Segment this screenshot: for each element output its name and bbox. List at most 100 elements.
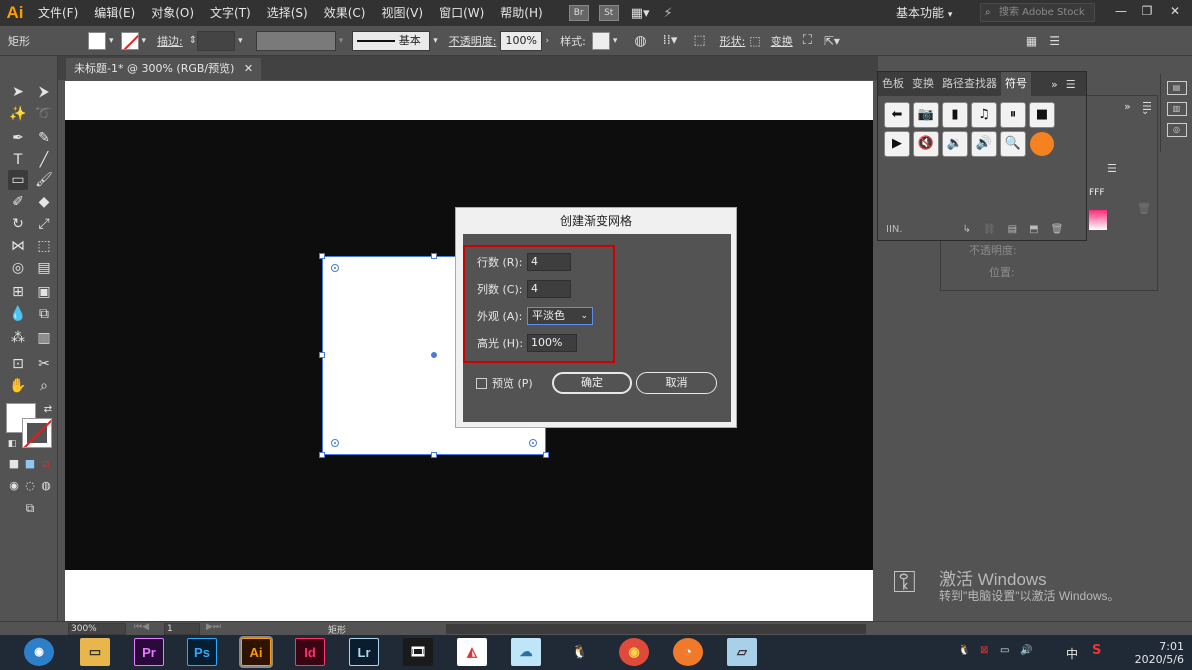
panel-options-icon[interactable]: ☰ <box>1107 162 1117 175</box>
corner-radius-widget[interactable] <box>529 439 537 447</box>
network-error-icon[interactable]: ⊠ <box>980 645 988 656</box>
default-fill-stroke-icon[interactable]: ◧ <box>2 434 22 454</box>
align-icon[interactable]: ⁞⁞▾ <box>663 33 678 48</box>
restore-button[interactable]: ❐ <box>1134 0 1160 22</box>
variable-width-profile[interactable] <box>255 30 336 51</box>
browser-app-icon[interactable]: ◔ <box>673 638 703 666</box>
rows-input[interactable]: 4 <box>527 253 571 271</box>
screen-mode-icon[interactable]: ⧉ <box>20 498 40 518</box>
corner-radius-widget[interactable] <box>331 264 339 272</box>
selection-tool-icon[interactable]: ➤ <box>8 82 28 102</box>
network-icon[interactable]: ▭ <box>1000 645 1009 656</box>
menu-file[interactable]: 文件(F) <box>30 0 86 26</box>
fill-color-swatch[interactable] <box>88 31 106 50</box>
appearance-select[interactable]: 平淡色 ⌄ <box>527 307 593 325</box>
chevron-down-icon[interactable]: ▾ <box>238 36 243 46</box>
mute-icon[interactable]: 🔇 <box>913 131 939 157</box>
minimize-button[interactable]: — <box>1108 0 1134 22</box>
stock-icon[interactable]: St <box>598 5 619 21</box>
brush-definition-select[interactable]: 基本 <box>352 30 431 51</box>
menu-window[interactable]: 窗口(W) <box>431 0 492 26</box>
workspace-switcher[interactable]: 基本功能 ▾ <box>896 3 966 23</box>
workspace-grid-icon[interactable]: ▦ <box>1026 34 1037 48</box>
first-artboard-icon[interactable]: ⏮◀ <box>134 622 149 632</box>
direct-selection-tool-icon[interactable]: ⮞ <box>34 82 54 102</box>
panel-options-icon[interactable]: ☰ <box>1049 34 1060 48</box>
opacity-input[interactable]: 100% <box>500 30 543 51</box>
line-tool-icon[interactable]: ╱ <box>34 150 54 170</box>
tab-pathfinder[interactable]: 路径查找器 <box>938 72 1001 96</box>
rotate-tool-icon[interactable]: ↻ <box>8 214 28 234</box>
columns-input[interactable]: 4 <box>527 280 571 298</box>
qq-app-icon[interactable]: 🐧 <box>565 638 595 666</box>
column-graph-tool-icon[interactable]: ▥ <box>34 328 54 348</box>
zoom-level-select[interactable]: 300% <box>68 623 126 635</box>
menu-view[interactable]: 视图(V) <box>373 0 431 26</box>
shape-properties-icon[interactable]: ⬚ <box>749 34 760 48</box>
chevron-down-icon[interactable]: ▾ <box>433 36 438 46</box>
bounding-box-handle[interactable] <box>431 253 437 259</box>
chevron-down-icon[interactable]: ⌄ <box>1141 106 1149 117</box>
menu-select[interactable]: 选择(S) <box>259 0 316 26</box>
symbol-library-icon[interactable]: IIN. <box>886 224 903 235</box>
bridge-icon[interactable]: Br <box>568 5 589 21</box>
chart-app-icon[interactable]: ◭ <box>457 638 487 666</box>
sogou-input-icon[interactable]: S <box>1092 643 1101 658</box>
free-transform-tool-icon[interactable]: ⬚ <box>34 236 54 256</box>
clock[interactable]: 7:01 2020/5/6 <box>1135 640 1184 666</box>
preview-row[interactable]: 预览 (P) <box>476 375 533 391</box>
menu-edit[interactable]: 编辑(E) <box>86 0 143 26</box>
chat-app-icon[interactable]: ☁ <box>511 638 541 666</box>
volume-icon[interactable]: 🔊 <box>1020 645 1032 656</box>
none-mode-icon[interactable]: ⧄ <box>36 454 56 474</box>
blend-tool-icon[interactable]: ⧉ <box>34 304 54 324</box>
stroke-label[interactable]: 描边: <box>157 33 183 49</box>
graphic-style-swatch[interactable] <box>591 31 610 50</box>
camera-icon[interactable]: 📷 <box>913 102 939 128</box>
gpu-performance-icon[interactable]: ⚡ <box>664 6 673 21</box>
mesh-tool-icon[interactable]: ⊞ <box>8 282 28 302</box>
stroke-color-swatch[interactable] <box>120 31 139 50</box>
symbol-sprayer-tool-icon[interactable]: ⁂ <box>8 328 28 348</box>
recolor-artwork-icon[interactable]: ◍ <box>634 33 646 49</box>
artboard-tool-icon[interactable]: ⊡ <box>8 354 28 374</box>
volume-high-icon[interactable]: 🔊 <box>971 131 997 157</box>
illustrator-app-icon[interactable]: Ai <box>239 636 273 668</box>
photoshop-app-icon[interactable]: Ps <box>187 638 217 666</box>
qq-tray-icon[interactable]: 🐧 <box>958 645 970 656</box>
place-symbol-icon[interactable]: ↳ <box>963 224 971 235</box>
panel-menu-icon[interactable]: ☰ <box>1066 78 1076 91</box>
film-icon[interactable]: ▮ <box>942 102 968 128</box>
cancel-button[interactable]: 取消 <box>636 372 717 394</box>
artboard-number-input[interactable]: 1 <box>164 623 200 635</box>
stock-search-input[interactable]: ⌕ 搜索 Adobe Stock <box>980 3 1095 22</box>
eraser-tool-icon[interactable]: ◆ <box>34 192 54 212</box>
lightroom-app-icon[interactable]: Lr <box>349 638 379 666</box>
ime-indicator[interactable]: 中 <box>1066 645 1078 662</box>
close-button[interactable]: ✕ <box>1162 0 1188 22</box>
volume-low-icon[interactable]: 🔉 <box>942 131 968 157</box>
draw-inside-icon[interactable]: ◍ <box>36 476 56 496</box>
tab-swatches[interactable]: 色板 <box>878 72 908 96</box>
bounding-box-handle[interactable] <box>543 452 549 458</box>
chevron-down-icon[interactable]: ▾ <box>613 36 618 46</box>
corner-radius-widget[interactable] <box>331 439 339 447</box>
document-tab[interactable]: 未标题-1* @ 300% (RGB/预览) ✕ <box>66 58 262 80</box>
arrange-documents-icon[interactable]: ▦▾ <box>631 6 650 21</box>
stop-icon[interactable]: ■ <box>1029 102 1055 128</box>
delete-icon[interactable]: 🗑 <box>1137 202 1151 215</box>
zoom-tool-icon[interactable]: ⌕ <box>34 376 54 396</box>
next-artboard-icon[interactable]: ▶⏭ <box>206 622 221 632</box>
magic-wand-tool-icon[interactable]: ✨ <box>8 104 28 124</box>
menu-object[interactable]: 对象(O) <box>143 0 202 26</box>
delete-icon[interactable]: 🗑 <box>1051 224 1064 235</box>
magnifier-icon[interactable]: 🔍 <box>1000 131 1026 157</box>
scale-tool-icon[interactable]: ⤢ <box>34 214 54 234</box>
collapse-panel-icon[interactable]: » <box>1124 100 1131 113</box>
chevron-right-icon[interactable]: › <box>545 36 549 46</box>
stroke-weight-input[interactable] <box>197 30 236 51</box>
new-symbol-icon[interactable]: ⬒ <box>1029 224 1038 235</box>
notes-app-icon[interactable]: ▱ <box>727 638 757 666</box>
transform-label[interactable]: 变换 <box>771 33 793 49</box>
type-tool-icon[interactable]: T <box>8 150 28 170</box>
